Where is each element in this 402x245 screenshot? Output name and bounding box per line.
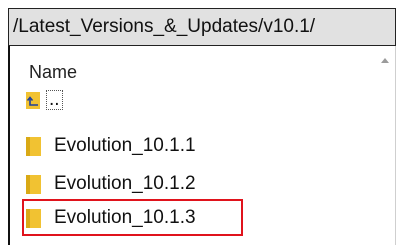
folder-icon — [26, 174, 41, 194]
folder-icon — [26, 136, 41, 156]
list-item[interactable]: Evolution_10.1.1 — [26, 130, 356, 162]
highlight-box — [22, 199, 243, 236]
file-list-pane: Name .. Evolution_10.1.1 Evolution_10.1.… — [8, 46, 396, 245]
list-item[interactable]: Evolution_10.1.2 — [26, 168, 356, 200]
folder-name: Evolution_10.1.2 — [54, 173, 196, 194]
up-folder-icon — [26, 90, 40, 110]
folder-name: Evolution_10.1.1 — [54, 135, 196, 156]
scroll-up-arrow-icon[interactable] — [381, 58, 389, 63]
parent-directory-row[interactable]: .. — [26, 84, 356, 116]
vertical-scrollbar[interactable] — [379, 46, 393, 245]
column-header-name[interactable]: Name — [29, 62, 77, 83]
parent-directory-label: .. — [46, 90, 63, 110]
path-text: /Latest_Versions_&_Updates/v10.1/ — [13, 16, 316, 37]
path-bar[interactable]: /Latest_Versions_&_Updates/v10.1/ — [8, 8, 396, 46]
